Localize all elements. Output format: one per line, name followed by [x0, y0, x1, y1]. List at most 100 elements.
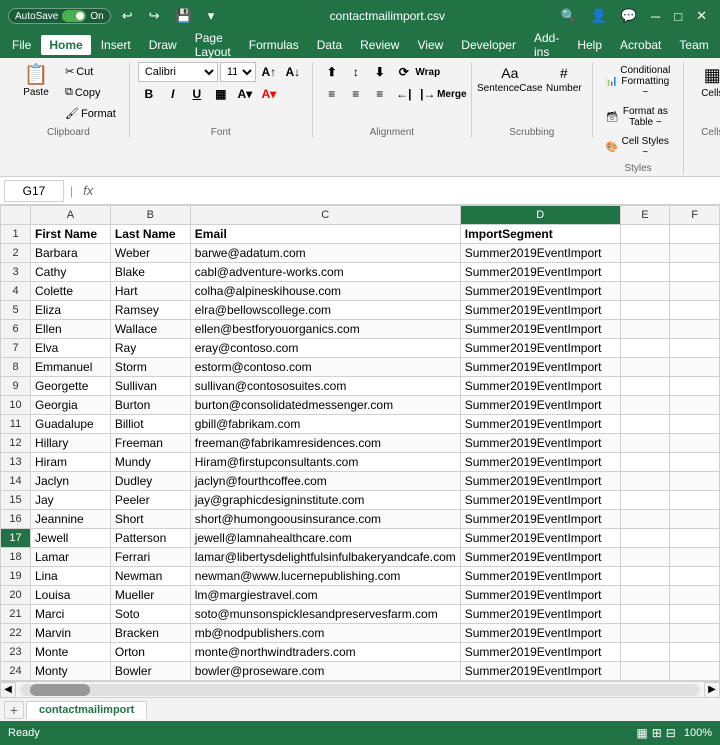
menu-view[interactable]: View	[409, 35, 451, 55]
cell-f4[interactable]	[670, 282, 720, 301]
cell-f15[interactable]	[670, 491, 720, 510]
cell-reference-input[interactable]	[4, 180, 64, 202]
cell-a20[interactable]: Louisa	[31, 586, 111, 605]
bold-button[interactable]: B	[138, 84, 160, 104]
menu-help[interactable]: Help	[569, 35, 610, 55]
cell-a11[interactable]: Guadalupe	[31, 415, 111, 434]
cell-c3[interactable]: cabl@adventure-works.com	[190, 263, 460, 282]
text-angle-button[interactable]: ⟳	[393, 62, 415, 82]
cell-a23[interactable]: Monte	[31, 643, 111, 662]
menu-file[interactable]: File	[4, 35, 39, 55]
cell-d5[interactable]: Summer2019EventImport	[460, 301, 620, 320]
cell-a7[interactable]: Elva	[31, 339, 111, 358]
fill-color-button[interactable]: A▾	[234, 84, 256, 104]
cell-c6[interactable]: ellen@bestforyouorganics.com	[190, 320, 460, 339]
cell-d12[interactable]: Summer2019EventImport	[460, 434, 620, 453]
cell-c24[interactable]: bowler@proseware.com	[190, 662, 460, 681]
normal-view-button[interactable]: ▦	[636, 726, 647, 740]
cell-e12[interactable]	[620, 434, 670, 453]
underline-button[interactable]: U	[186, 84, 208, 104]
cell-a10[interactable]: Georgia	[31, 396, 111, 415]
cell-styles-button[interactable]: 🎨 Cell Styles ~	[601, 133, 676, 161]
menu-insert[interactable]: Insert	[93, 35, 139, 55]
share-button[interactable]: 👤	[586, 6, 612, 26]
cell-b24[interactable]: Bowler	[110, 662, 190, 681]
align-left-button[interactable]: ≡	[321, 84, 343, 104]
cell-b20[interactable]: Mueller	[110, 586, 190, 605]
cell-d11[interactable]: Summer2019EventImport	[460, 415, 620, 434]
cell-f1[interactable]	[670, 225, 720, 244]
cell-b6[interactable]: Wallace	[110, 320, 190, 339]
align-middle-button[interactable]: ↕	[345, 62, 367, 82]
col-header-f[interactable]: F	[670, 206, 720, 225]
cell-c11[interactable]: gbill@fabrikam.com	[190, 415, 460, 434]
wrap-text-button[interactable]: Wrap	[417, 62, 439, 82]
customize-qat-button[interactable]: ▾	[203, 6, 220, 26]
redo-button[interactable]: ↪	[144, 6, 165, 26]
close-button[interactable]: ✕	[691, 6, 712, 26]
cell-e4[interactable]	[620, 282, 670, 301]
cell-e5[interactable]	[620, 301, 670, 320]
cell-b5[interactable]: Ramsey	[110, 301, 190, 320]
col-header-b[interactable]: B	[110, 206, 190, 225]
cell-a12[interactable]: Hillary	[31, 434, 111, 453]
sheet-table-wrapper[interactable]: A B C D E F 1 First Name Last Name Email…	[0, 205, 720, 681]
page-break-view-button[interactable]: ⊟	[666, 726, 676, 740]
cell-f9[interactable]	[670, 377, 720, 396]
sentence-case-button[interactable]: Aa SentenceCase	[480, 62, 540, 97]
scroll-right-button[interactable]: ▶	[704, 682, 720, 698]
cell-e3[interactable]	[620, 263, 670, 282]
cell-c21[interactable]: soto@munsonspicklesandpreservesfarm.com	[190, 605, 460, 624]
cell-a15[interactable]: Jay	[31, 491, 111, 510]
cell-d16[interactable]: Summer2019EventImport	[460, 510, 620, 529]
cell-b2[interactable]: Weber	[110, 244, 190, 263]
cell-c2[interactable]: barwe@adatum.com	[190, 244, 460, 263]
sheet-tab-contactmailimport[interactable]: contactmailimport	[26, 701, 147, 719]
cell-e20[interactable]	[620, 586, 670, 605]
cell-a21[interactable]: Marci	[31, 605, 111, 624]
cell-f7[interactable]	[670, 339, 720, 358]
cell-b14[interactable]: Dudley	[110, 472, 190, 491]
cell-b13[interactable]: Mundy	[110, 453, 190, 472]
cell-d21[interactable]: Summer2019EventImport	[460, 605, 620, 624]
cell-a5[interactable]: Eliza	[31, 301, 111, 320]
align-right-button[interactable]: ≡	[369, 84, 391, 104]
cell-b4[interactable]: Hart	[110, 282, 190, 301]
col-header-d[interactable]: D	[460, 206, 620, 225]
font-color-button[interactable]: A▾	[258, 84, 280, 104]
cell-d10[interactable]: Summer2019EventImport	[460, 396, 620, 415]
paste-button[interactable]: 📋 Paste	[16, 62, 56, 101]
cell-a6[interactable]: Ellen	[31, 320, 111, 339]
cell-e9[interactable]	[620, 377, 670, 396]
cell-c19[interactable]: newman@www.lucernepublishing.com	[190, 567, 460, 586]
menu-home[interactable]: Home	[41, 35, 90, 55]
decrease-indent-button[interactable]: ←|	[393, 84, 415, 104]
cell-a19[interactable]: Lina	[31, 567, 111, 586]
cell-e6[interactable]	[620, 320, 670, 339]
cell-e21[interactable]	[620, 605, 670, 624]
cell-d4[interactable]: Summer2019EventImport	[460, 282, 620, 301]
cell-d6[interactable]: Summer2019EventImport	[460, 320, 620, 339]
menu-page-layout[interactable]: Page Layout	[187, 28, 239, 62]
col-header-c[interactable]: C	[190, 206, 460, 225]
cell-b1[interactable]: Last Name	[110, 225, 190, 244]
cell-c15[interactable]: jay@graphicdesigninstitute.com	[190, 491, 460, 510]
cell-b17[interactable]: Patterson	[110, 529, 190, 548]
cell-c8[interactable]: estorm@contoso.com	[190, 358, 460, 377]
cell-e22[interactable]	[620, 624, 670, 643]
border-button[interactable]: ▦	[210, 84, 232, 104]
cell-b7[interactable]: Ray	[110, 339, 190, 358]
maximize-button[interactable]: □	[669, 7, 687, 26]
cell-c7[interactable]: eray@contoso.com	[190, 339, 460, 358]
cell-f2[interactable]	[670, 244, 720, 263]
cell-e18[interactable]	[620, 548, 670, 567]
format-as-table-button[interactable]: 🗃 Format as Table ~	[601, 103, 676, 131]
cell-a13[interactable]: Hiram	[31, 453, 111, 472]
cell-d8[interactable]: Summer2019EventImport	[460, 358, 620, 377]
cell-d18[interactable]: Summer2019EventImport	[460, 548, 620, 567]
page-layout-view-button[interactable]: ⊞	[652, 726, 662, 740]
cell-a18[interactable]: Lamar	[31, 548, 111, 567]
cell-d20[interactable]: Summer2019EventImport	[460, 586, 620, 605]
cell-f5[interactable]	[670, 301, 720, 320]
font-size-select[interactable]: 11	[220, 62, 256, 82]
